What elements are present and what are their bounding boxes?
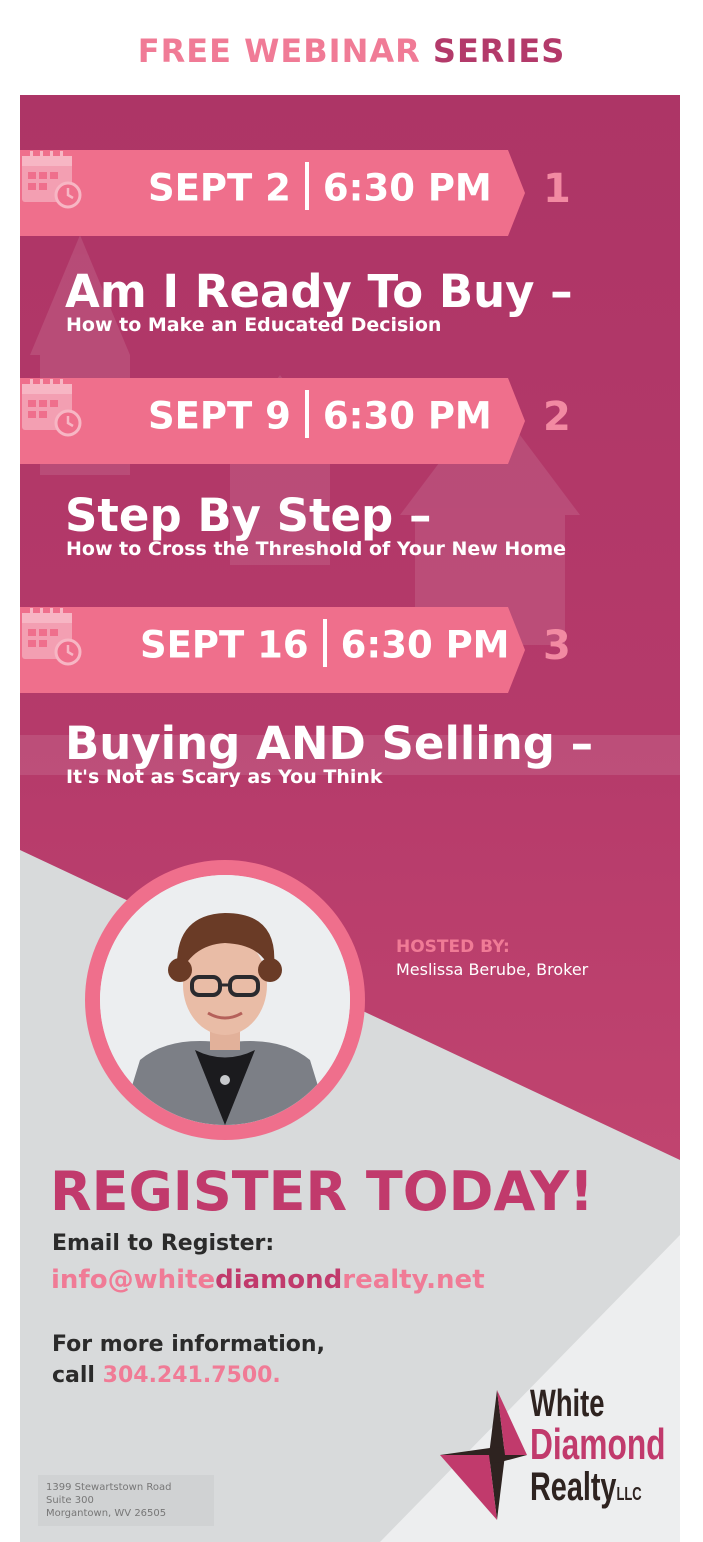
phone-line: call 304.241.7500. (52, 1363, 281, 1388)
host-name: Meslissa Berube, Broker (396, 960, 589, 979)
email-label: Email to Register: (52, 1231, 275, 1256)
info-line: For more information, (52, 1332, 325, 1357)
session-1-ribbon: SEPT 2 6:30 PM 1 (20, 150, 571, 236)
calendar-clock-icon (22, 608, 82, 666)
register-headline: REGISTER TODAY! (50, 1160, 594, 1223)
session-2-title: Step By Step – (65, 489, 432, 542)
session-1-subtitle: How to Make an Educated Decision (66, 314, 442, 336)
session-1-title: Am I Ready To Buy – (65, 265, 573, 318)
calendar-clock-icon (22, 151, 82, 209)
session-2-ribbon: SEPT 9 6:30 PM 2 (20, 378, 571, 464)
date-separator (304, 162, 309, 210)
email-link[interactable]: info@whitediamondrealty.net (51, 1265, 485, 1295)
session-3-title: Buying AND Selling – (65, 717, 594, 770)
phone-number[interactable]: 304.241.7500. (103, 1363, 281, 1388)
calendar-clock-icon (22, 379, 82, 437)
diamond-star-icon (440, 1390, 527, 1520)
date-separator (304, 390, 309, 438)
logo-wordmark: White Diamond RealtyLLC (530, 1383, 666, 1509)
header-title: FREE WEBINAR SERIES (137, 32, 566, 70)
company-logo: White Diamond RealtyLLC (435, 1385, 680, 1525)
host-photo (100, 875, 350, 1125)
session-2-subtitle: How to Cross the Threshold of Your New H… (66, 538, 567, 560)
header: FREE WEBINAR SERIES (0, 0, 703, 95)
host-portrait-illustration (100, 875, 350, 1125)
session-3-subtitle: It's Not as Scary as You Think (66, 766, 383, 788)
session-number: 3 (543, 623, 571, 669)
session-date-time: SEPT 16 6:30 PM (140, 619, 510, 671)
session-date-time: SEPT 2 6:30 PM (148, 162, 492, 214)
session-number: 1 (543, 166, 571, 212)
hosted-by-label: HOSTED BY: (396, 937, 510, 957)
session-date-time: SEPT 9 6:30 PM (148, 390, 492, 442)
session-number: 2 (543, 394, 571, 440)
date-separator (322, 619, 327, 667)
session-3-ribbon: SEPT 16 6:30 PM 3 (20, 607, 571, 693)
address-block: 1399 Stewartstown Road Suite 300 Morgant… (38, 1475, 214, 1526)
poster: SEPT 2 6:30 PM 1 Am I Ready To Buy – How … (20, 95, 680, 1542)
